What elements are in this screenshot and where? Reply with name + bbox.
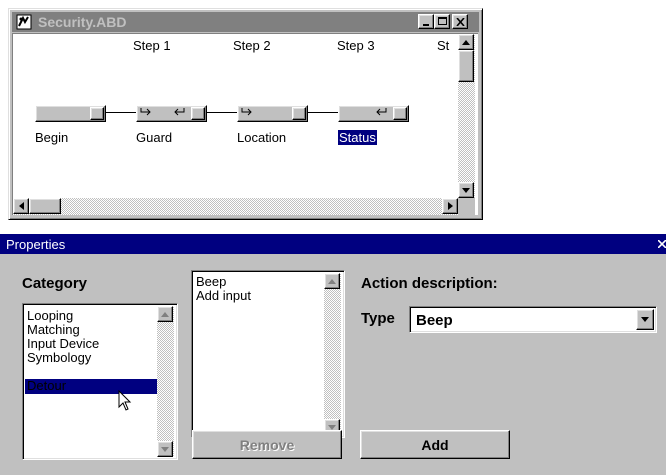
type-dropdown-button[interactable] — [636, 309, 654, 330]
node-label-guard: Guard — [136, 130, 173, 145]
type-dropdown-value: Beep — [416, 312, 453, 329]
step-header-2: Step 2 — [233, 38, 271, 53]
chevron-down-icon — [641, 317, 649, 322]
scroll-left-button[interactable] — [13, 198, 29, 214]
type-label: Type — [361, 310, 395, 327]
node-location[interactable] — [237, 105, 308, 122]
node-label-begin: Begin — [35, 130, 69, 145]
close-button[interactable] — [452, 14, 468, 29]
remove-button-label: Remove — [239, 436, 295, 453]
scroll-up-button[interactable] — [458, 34, 474, 50]
enter-arrow-icon — [140, 108, 151, 116]
arrow-up-icon — [462, 39, 470, 45]
node-begin[interactable] — [35, 105, 106, 122]
node-guard[interactable] — [136, 105, 207, 122]
scroll-down-button[interactable] — [458, 182, 474, 198]
action-description-header: Action description: — [361, 275, 498, 292]
actions-scroll-up-button[interactable] — [324, 273, 340, 289]
security-window-title: Security.ABD — [38, 14, 127, 30]
type-dropdown[interactable]: Beep — [409, 306, 657, 333]
horizontal-scrollbar[interactable] — [13, 198, 458, 215]
category-item[interactable]: Matching — [27, 323, 80, 337]
arrow-down-icon — [161, 446, 169, 452]
add-button-label: Add — [421, 436, 449, 453]
security-window: Security.ABD Step 1 Step 2 Step 3 St Beg… — [8, 8, 483, 220]
scroll-corner — [458, 198, 475, 215]
horizontal-scroll-thumb[interactable] — [29, 198, 61, 214]
category-item[interactable]: Symbology — [27, 351, 91, 365]
connector — [207, 112, 237, 113]
scroll-right-button[interactable] — [442, 198, 458, 214]
workflow-canvas: Step 1 Step 2 Step 3 St Begin Guard Loca… — [12, 33, 478, 215]
arrow-left-icon — [18, 202, 24, 210]
action-item[interactable]: Beep — [196, 275, 226, 289]
actions-listbox[interactable]: Beep Add input — [191, 270, 345, 438]
maximize-button[interactable] — [434, 14, 450, 29]
node-label-location: Location — [237, 130, 287, 145]
return-arrow-icon — [174, 108, 185, 116]
connector — [106, 112, 136, 113]
action-item[interactable]: Add input — [196, 289, 251, 303]
doc-app-icon[interactable] — [16, 14, 32, 30]
connector — [308, 112, 338, 113]
properties-title: Properties — [6, 237, 66, 252]
properties-window: Properties Category Looping Matching Inp… — [0, 234, 666, 475]
vertical-scroll-thumb[interactable] — [458, 50, 474, 82]
minimize-icon — [423, 24, 429, 26]
step-header-3: Step 3 — [337, 38, 375, 53]
close-icon — [456, 18, 465, 26]
arrow-down-icon — [462, 187, 470, 193]
enter-arrow-icon — [241, 108, 252, 116]
arrow-down-icon — [328, 424, 336, 430]
security-title-bar[interactable]: Security.ABD — [12, 12, 479, 32]
node-status[interactable] — [338, 105, 409, 122]
minimize-button[interactable] — [418, 14, 434, 29]
mouse-pointer-icon — [118, 390, 132, 411]
category-scrollbar[interactable] — [157, 306, 174, 457]
add-button[interactable]: Add — [360, 430, 510, 459]
category-scroll-up-button[interactable] — [157, 306, 173, 322]
arrow-up-icon — [328, 278, 336, 284]
properties-title-bar[interactable]: Properties — [0, 234, 666, 254]
remove-button[interactable]: Remove — [192, 430, 342, 459]
category-listbox[interactable]: Looping Matching Input Device Symbology … — [22, 303, 178, 460]
step-header-1: Step 1 — [133, 38, 171, 53]
category-header: Category — [22, 275, 88, 292]
category-item-selected[interactable]: Actions — [27, 365, 70, 379]
maximize-icon — [438, 17, 447, 25]
category-scroll-down-button[interactable] — [157, 441, 173, 457]
category-item[interactable]: Detour — [27, 379, 66, 393]
node-label-status: Status — [338, 130, 377, 145]
category-item[interactable]: Input Device — [27, 337, 99, 351]
step-header-4: St — [437, 38, 450, 53]
actions-scrollbar[interactable] — [324, 273, 341, 435]
arrow-up-icon — [161, 311, 169, 317]
return-arrow-icon — [376, 108, 387, 116]
category-item[interactable]: Looping — [27, 309, 73, 323]
arrow-right-icon — [447, 202, 453, 210]
close-icon[interactable] — [658, 240, 666, 248]
